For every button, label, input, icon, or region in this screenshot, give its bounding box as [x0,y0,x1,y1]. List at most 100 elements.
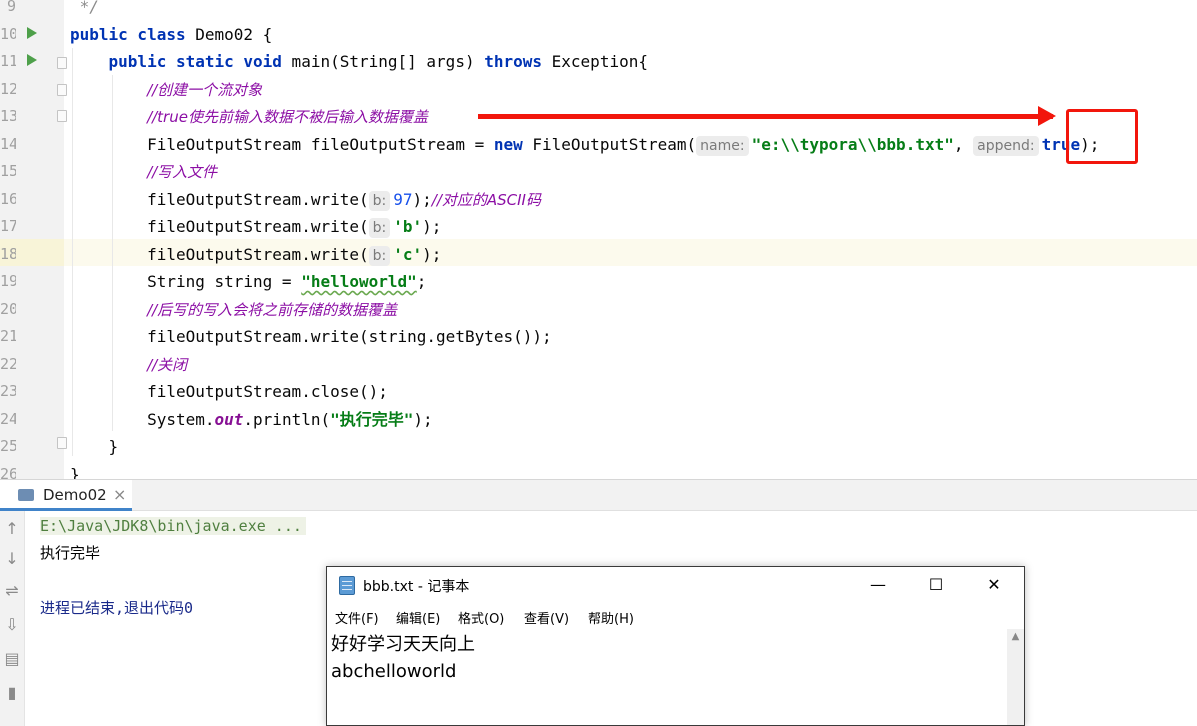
code-token: 'b' [393,217,423,236]
code-token: fileOutputStream.write( [70,217,369,236]
code-line[interactable]: 22 //关闭 [0,351,1197,378]
line-number: 17 [0,217,16,235]
maximize-button[interactable]: ☐ [907,567,965,603]
line-number: 12 [0,79,16,98]
code-line[interactable]: 19 String string = "helloworld"; [0,268,1197,295]
notepad-scrollbar[interactable]: ▲ [1007,629,1024,725]
trash-icon[interactable]: ▮ [3,683,21,702]
fold-marker-icon[interactable] [57,57,67,69]
line-number: 18 [0,244,16,263]
code-token: public class [70,24,186,44]
line-number: 9 [6,0,16,15]
console-command-line: E:\Java\JDK8\bin\java.exe ... [40,515,306,537]
code-token: Exception{ [542,52,648,71]
code-token: FileOutputStream fileOutputStream = [70,134,494,154]
menu-edit[interactable]: 编辑(E) [396,608,440,627]
notepad-text-area[interactable]: 好好学习天天向上 abchelloworld [327,629,1007,725]
code-token: String string = [70,272,302,291]
line-number: 16 [0,189,16,208]
code-line[interactable]: 16 fileOutputStream.write(b: 97);//对应的ASC… [0,186,1197,213]
code-text: fileOutputStream.write(b:'b'); [70,213,441,240]
fold-marker-icon[interactable] [57,437,67,449]
code-line[interactable]: 10 public class Demo02 { [0,21,1197,48]
tab-close-icon[interactable]: × [113,485,126,504]
line-number: 14 [0,134,16,153]
minimize-button[interactable]: — [849,567,907,603]
code-token: ); [422,244,442,264]
command-text: E:\Java\JDK8\bin\java.exe ... [40,517,306,535]
code-text: fileOutputStream.close(); [70,378,388,405]
code-token: Demo02 { [185,24,273,44]
arrow-up-icon[interactable]: ↑ [3,519,21,538]
code-line[interactable]: 24 System.out.println("执行完毕"); [0,406,1197,433]
menu-format[interactable]: 格式(O) [458,608,504,627]
notepad-menu-bar: 文件(F) 编辑(E) 格式(O) 查看(V) 帮助(H) [327,603,1024,630]
code-token: ); [413,409,433,429]
code-line[interactable]: 23 fileOutputStream.close(); [0,378,1197,405]
notepad-title-bar[interactable]: bbb.txt - 记事本 — ☐ ✕ [327,567,1024,603]
run-side-toolbar: ↑ ↓ ⇌ ⇩ ▤ ▮ [0,511,25,726]
code-line[interactable]: 15 //写入文件 [0,158,1197,185]
soft-wrap-icon[interactable]: ⇌ [3,581,21,600]
arrow-down-icon[interactable]: ↓ [3,549,21,568]
line-number: 15 [0,162,16,180]
fold-marker-icon[interactable] [57,110,67,122]
line-number: 23 [0,382,16,400]
annotation-arrow-head [1038,106,1056,126]
code-line[interactable]: 14 FileOutputStream fileOutputStream = n… [0,131,1197,158]
run-triangle-icon[interactable] [27,54,37,66]
console-output: 执行完毕 [40,544,101,562]
notepad-window[interactable]: bbb.txt - 记事本 — ☐ ✕ 文件(F) 编辑(E) 格式(O) 查看… [326,566,1025,726]
code-line[interactable]: 9 */ [0,0,1197,20]
code-text: FileOutputStream fileOutputStream = new … [70,131,1099,158]
line-number: 22 [0,354,16,373]
code-token: } [70,464,80,480]
close-button[interactable]: ✕ [965,567,1023,603]
line-number: 10 [0,24,16,43]
code-token: //对应的ASCII码 [431,190,541,209]
code-text: //true使先前输入数据不被后输入数据覆盖 [70,103,428,131]
code-line[interactable]: 17 fileOutputStream.write(b:'b'); [0,213,1197,240]
code-text: fileOutputStream.write(b: 97);//对应的ASCII码 [70,186,541,214]
print-icon[interactable]: ▤ [3,649,21,668]
code-token: new [493,134,523,154]
menu-file[interactable]: 文件(F) [335,608,379,627]
code-text: public class Demo02 { [70,21,272,48]
code-line[interactable]: 21 fileOutputStream.write(string.getByte… [0,323,1197,350]
code-token: 97 [393,189,413,209]
code-token: fileOutputStream.write( [70,189,369,209]
code-line[interactable]: 12 //创建一个流对象 [0,76,1197,103]
code-token: } [70,437,119,456]
code-text: fileOutputStream.write(b:'c'); [70,241,441,268]
code-token: //关闭 [147,355,188,374]
code-line[interactable]: 26} [0,461,1197,480]
code-token: //创建一个流对象 [147,80,263,99]
code-text: } [70,433,119,460]
code-token: "执行完毕" [330,409,414,429]
code-line[interactable]: 25 } [0,433,1197,460]
code-line[interactable]: 18 fileOutputStream.write(b:'c'); [0,241,1197,268]
code-line[interactable]: 20 //后写的写入会将之前存储的数据覆盖 [0,296,1197,323]
run-triangle-icon[interactable] [27,27,37,39]
code-token: ; [416,272,427,291]
parameter-hint: b: [368,245,391,266]
code-text: //后写的写入会将之前存储的数据覆盖 [70,296,397,324]
code-token: main(String[] args) [281,52,485,71]
code-token: ); [422,217,442,236]
code-token: System. [70,409,215,429]
parameter-hint: b: [368,218,391,238]
fold-marker-icon[interactable] [57,84,67,96]
run-tab-bar: Demo02 × [0,479,1197,511]
tab-demo02[interactable]: Demo02 × [0,480,132,511]
scroll-up-icon[interactable]: ▲ [1007,631,1024,642]
menu-view[interactable]: 查看(V) [524,608,569,627]
notepad-line: 好好学习天天向上 [331,634,475,655]
scroll-to-end-icon[interactable]: ⇩ [3,615,21,634]
code-token: .println( [243,409,331,429]
code-text: //创建一个流对象 [70,76,262,104]
code-line[interactable]: 11 public static void main(String[] args… [0,48,1197,75]
menu-help[interactable]: 帮助(H) [588,608,634,627]
code-editor[interactable]: 9 */10 public class Demo02 {11 public sta… [0,0,1197,479]
